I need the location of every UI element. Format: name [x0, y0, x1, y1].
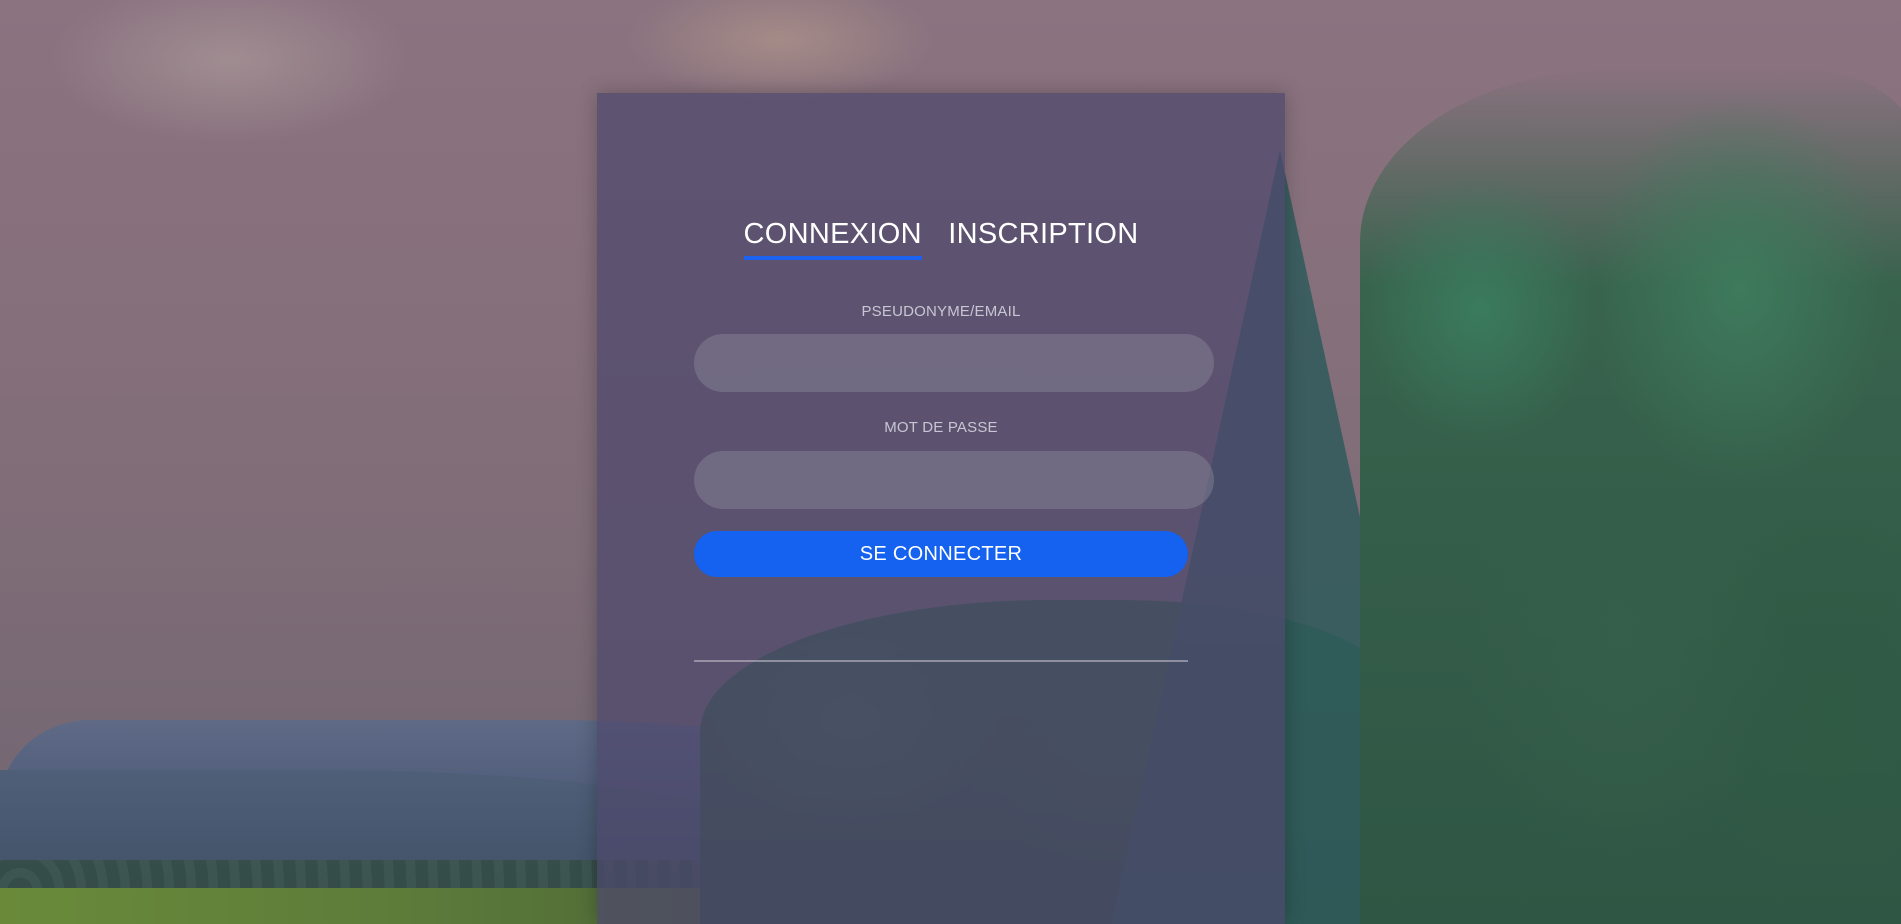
login-button[interactable]: SE CONNECTER	[694, 531, 1188, 577]
login-panel: CONNEXION INSCRIPTION PSEUDONYME/EMAIL M…	[597, 93, 1285, 924]
username-email-input[interactable]	[694, 334, 1214, 392]
background-trees-right	[1360, 70, 1901, 924]
username-label: PSEUDONYME/EMAIL	[861, 303, 1021, 320]
password-label: MOT DE PASSE	[884, 419, 998, 436]
auth-tabs: CONNEXION INSCRIPTION	[597, 218, 1285, 260]
tab-inscription[interactable]: INSCRIPTION	[948, 218, 1138, 260]
password-input[interactable]	[694, 451, 1214, 509]
divider	[694, 660, 1188, 662]
tab-connexion[interactable]: CONNEXION	[743, 218, 922, 260]
